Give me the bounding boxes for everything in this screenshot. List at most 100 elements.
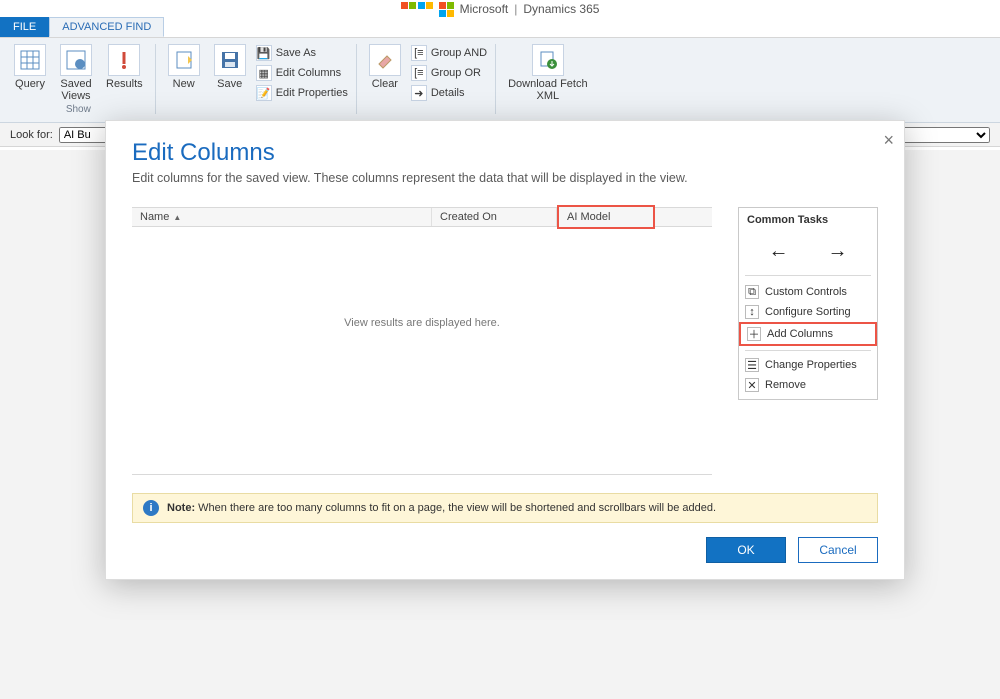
group-and-label: Group AND xyxy=(431,47,487,59)
column-header-name-label: Name xyxy=(140,211,169,223)
saved-views-icon xyxy=(60,44,92,76)
note-bar: i Note: When there are too many columns … xyxy=(132,493,878,523)
edit-columns-label: Edit Columns xyxy=(276,67,341,79)
common-tasks-panel: Common Tasks ← → ⧉ Custom Controls ↕ Con… xyxy=(738,207,878,400)
brand-microsoft: Microsoft xyxy=(460,2,509,16)
ribbon-separator xyxy=(356,44,357,114)
download-fetch-xml-label: Download Fetch XML xyxy=(508,78,588,102)
tab-advanced-find[interactable]: ADVANCED FIND xyxy=(49,17,164,37)
columns-preview: Name ▲ Created On AI Model View results … xyxy=(132,207,712,475)
column-header-created-on[interactable]: Created On xyxy=(432,208,557,226)
dialog-title: Edit Columns xyxy=(132,139,878,167)
group-and-button[interactable]: [≡ Group AND xyxy=(409,44,489,62)
column-header-name[interactable]: Name ▲ xyxy=(132,208,432,226)
brand-separator: | xyxy=(514,2,517,16)
edit-columns-dialog: × Edit Columns Edit columns for the save… xyxy=(105,120,905,580)
cancel-button[interactable]: Cancel xyxy=(798,537,878,563)
details-label: Details xyxy=(431,87,465,99)
details-icon: ➜ xyxy=(411,85,427,101)
new-label: New xyxy=(173,78,195,90)
tab-file[interactable]: FILE xyxy=(0,17,49,37)
new-button[interactable]: New xyxy=(162,42,206,92)
ribbon-group-stack: [≡ Group AND [≡ Group OR ➜ Details xyxy=(409,42,489,102)
ribbon: Query Saved Views Results Show New Save … xyxy=(0,38,1000,123)
brand-bar: Microsoft | Dynamics 365 xyxy=(0,0,1000,18)
edit-properties-button[interactable]: 📝 Edit Properties xyxy=(254,84,350,102)
brand-product: Dynamics 365 xyxy=(523,2,599,16)
group-or-label: Group OR xyxy=(431,67,481,79)
move-left-button[interactable]: ← xyxy=(769,240,789,263)
remove-icon: ✕ xyxy=(745,378,759,392)
dialog-subtitle: Edit columns for the saved view. These c… xyxy=(132,171,878,185)
microsoft-logo-icon xyxy=(439,2,454,17)
note-label: Note: xyxy=(167,502,195,514)
task-change-properties[interactable]: ☰ Change Properties xyxy=(739,355,877,375)
download-xml-icon xyxy=(532,44,564,76)
saved-views-label: Saved Views xyxy=(60,78,91,102)
task-custom-controls[interactable]: ⧉ Custom Controls xyxy=(739,282,877,302)
new-icon xyxy=(168,44,200,76)
move-right-button[interactable]: → xyxy=(828,240,848,263)
ribbon-separator xyxy=(155,44,156,114)
save-as-button[interactable]: 💾 Save As xyxy=(254,44,350,62)
save-label: Save xyxy=(217,78,242,90)
note-text: Note: When there are too many columns to… xyxy=(167,502,716,514)
details-button[interactable]: ➜ Details xyxy=(409,84,489,102)
change-properties-icon: ☰ xyxy=(745,358,759,372)
ribbon-separator xyxy=(495,44,496,114)
task-change-properties-label: Change Properties xyxy=(765,359,857,371)
ok-button[interactable]: OK xyxy=(706,537,786,563)
clear-icon xyxy=(369,44,401,76)
dialog-footer: OK Cancel xyxy=(106,523,904,579)
ribbon-save-stack: 💾 Save As ▦ Edit Columns 📝 Edit Properties xyxy=(254,42,350,102)
clear-label: Clear xyxy=(372,78,398,90)
save-button[interactable]: Save xyxy=(208,42,252,92)
group-or-button[interactable]: [≡ Group OR xyxy=(409,64,489,82)
tab-strip: FILE ADVANCED FIND xyxy=(0,18,1000,38)
results-icon xyxy=(108,44,140,76)
edit-properties-icon: 📝 xyxy=(256,85,272,101)
edit-columns-icon: ▦ xyxy=(256,65,272,81)
ribbon-group-show-label: Show xyxy=(8,104,149,118)
saved-views-button[interactable]: Saved Views xyxy=(54,42,98,104)
microsoft-logo-icon xyxy=(401,2,433,16)
edit-columns-button[interactable]: ▦ Edit Columns xyxy=(254,64,350,82)
save-as-label: Save As xyxy=(276,47,316,59)
look-for-secondary-select[interactable] xyxy=(900,127,990,143)
close-icon[interactable]: × xyxy=(883,131,894,149)
task-add-columns-label: Add Columns xyxy=(767,328,833,340)
info-icon: i xyxy=(143,500,159,516)
note-body: When there are too many columns to fit o… xyxy=(195,502,716,514)
columns-preview-divider xyxy=(132,474,712,475)
add-columns-icon: ＋ xyxy=(747,327,761,341)
ribbon-group-show: Query Saved Views Results Show xyxy=(8,42,149,118)
query-label: Query xyxy=(15,78,45,90)
query-button[interactable]: Query xyxy=(8,42,52,104)
task-custom-controls-label: Custom Controls xyxy=(765,286,847,298)
configure-sorting-icon: ↕ xyxy=(745,305,759,319)
column-header-ai-model[interactable]: AI Model xyxy=(557,205,655,229)
task-configure-sorting[interactable]: ↕ Configure Sorting xyxy=(739,302,877,322)
download-fetch-xml-button[interactable]: Download Fetch XML xyxy=(502,42,594,104)
group-and-icon: [≡ xyxy=(411,45,427,61)
save-icon xyxy=(214,44,246,76)
task-remove[interactable]: ✕ Remove xyxy=(739,375,877,395)
column-headers: Name ▲ Created On AI Model xyxy=(132,207,712,227)
tasks-divider xyxy=(745,275,871,276)
task-remove-label: Remove xyxy=(765,379,806,391)
task-configure-sorting-label: Configure Sorting xyxy=(765,306,851,318)
reorder-arrows: ← → xyxy=(739,232,877,271)
look-for-label: Look for: xyxy=(10,129,53,141)
results-button[interactable]: Results xyxy=(100,42,149,104)
grid-icon xyxy=(14,44,46,76)
empty-results-message: View results are displayed here. xyxy=(132,227,712,389)
results-label: Results xyxy=(106,78,143,90)
group-or-icon: [≡ xyxy=(411,65,427,81)
column-header-spacer xyxy=(655,208,712,226)
custom-controls-icon: ⧉ xyxy=(745,285,759,299)
task-add-columns[interactable]: ＋ Add Columns xyxy=(739,322,877,346)
sort-ascending-icon: ▲ xyxy=(173,213,181,222)
clear-button[interactable]: Clear xyxy=(363,42,407,92)
save-as-icon: 💾 xyxy=(256,45,272,61)
edit-properties-label: Edit Properties xyxy=(276,87,348,99)
